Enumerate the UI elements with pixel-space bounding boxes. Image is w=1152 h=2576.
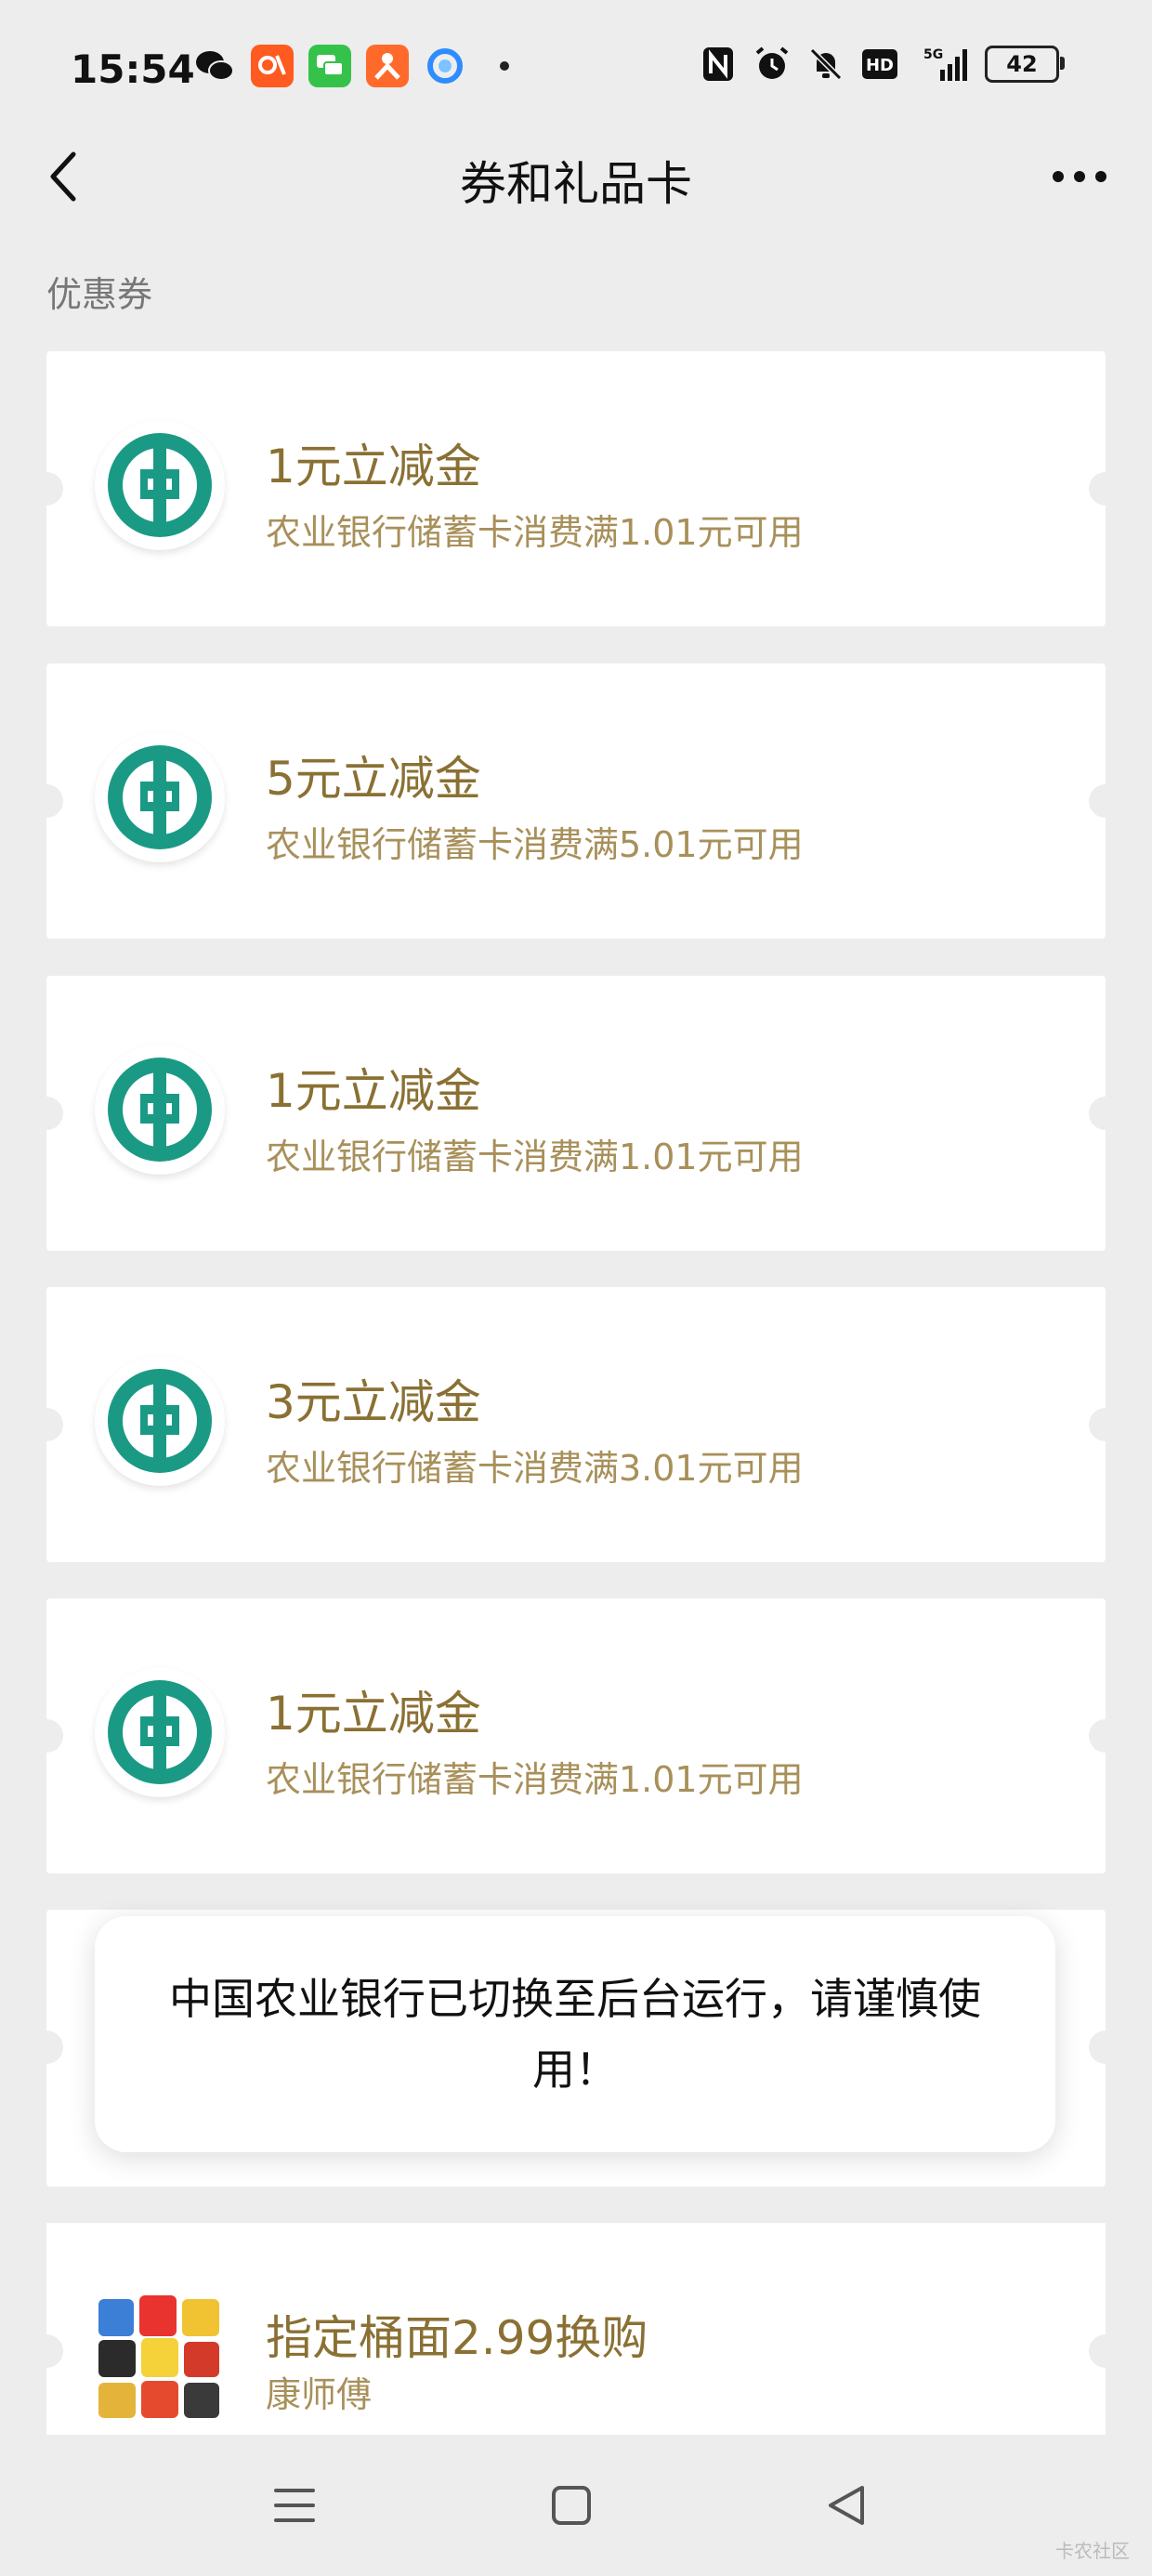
- coupon-card[interactable]: 1元立减金 农业银行储蓄卡消费满1.01元可用: [30, 976, 1122, 1251]
- more-dots-icon: [1053, 171, 1106, 182]
- home-square-icon: [552, 2486, 591, 2525]
- abc-bank-logo-icon: [95, 420, 225, 550]
- hd-icon: HD: [860, 45, 899, 84]
- toast-notification: 中国农业银行已切换至后台运行，请谨慎使用！: [95, 1916, 1055, 2152]
- menu-icon: [274, 2489, 315, 2522]
- coupon-title: 1元立减金: [266, 440, 481, 493]
- browser-icon: [424, 45, 466, 87]
- back-triangle-icon: [829, 2486, 864, 2525]
- abc-bank-logo-icon: [95, 1045, 225, 1175]
- page-title: 券和礼品卡: [460, 157, 692, 211]
- watermark: 卡农社区: [1055, 2540, 1130, 2562]
- coupon-title: 1元立减金: [266, 1687, 481, 1741]
- battery-indicator: 42: [985, 46, 1065, 83]
- mute-icon: [806, 45, 845, 84]
- coupon-subtitle: 农业银行储蓄卡消费满1.01元可用: [266, 1759, 804, 1800]
- coupon-card[interactable]: 3元立减金 农业银行储蓄卡消费满3.01元可用: [30, 1287, 1122, 1562]
- coupon-card[interactable]: 1元立减金 农业银行储蓄卡消费满1.01元可用: [30, 1598, 1122, 1873]
- ant-app-icon: [366, 45, 409, 87]
- svg-text:5G: 5G: [923, 47, 943, 62]
- section-label-coupons: 优惠券: [46, 274, 153, 315]
- svg-text:HD: HD: [866, 56, 894, 75]
- system-navigation-bar: 卡农社区: [0, 2435, 1152, 2576]
- page-header: 券和礼品卡: [0, 130, 1152, 223]
- status-bar: 15:54 HD 5G 42: [0, 0, 1152, 139]
- system-status-icons: HD 5G 42: [699, 45, 1065, 84]
- coupon-title: 1元立减金: [266, 1064, 481, 1118]
- home-nav-button[interactable]: [539, 2477, 604, 2533]
- abc-bank-logo-icon: [95, 1356, 225, 1486]
- signal-5g-icon: 5G: [914, 45, 970, 84]
- back-nav-button[interactable]: [814, 2477, 879, 2533]
- more-notifications-dot: [500, 61, 509, 71]
- coupon-title: 指定桶面2.99换购: [266, 2311, 648, 2365]
- status-time: 15:54: [71, 46, 195, 92]
- coupon-subtitle: 农业银行储蓄卡消费满1.01元可用: [266, 512, 804, 553]
- coupon-card[interactable]: 指定桶面2.99换购 康师傅: [46, 2223, 1106, 2437]
- nfc-icon: [699, 45, 738, 84]
- message-icon: [308, 45, 351, 87]
- coupon-title: 3元立减金: [266, 1375, 481, 1429]
- coupon-subtitle: 农业银行储蓄卡消费满3.01元可用: [266, 1448, 804, 1489]
- notification-app-icons: [193, 45, 509, 87]
- menu-nav-button[interactable]: [262, 2477, 327, 2533]
- coupon-subtitle: 农业银行储蓄卡消费满1.01元可用: [266, 1137, 804, 1177]
- coupon-subtitle: 康师傅: [266, 2374, 373, 2415]
- toast-message: 中国农业银行已切换至后台运行，请谨慎使用！: [169, 1974, 981, 2095]
- taobao-icon: [251, 45, 294, 87]
- wechat-icon: [193, 45, 236, 87]
- instant-noodle-product-image: [95, 2292, 225, 2422]
- coupon-card[interactable]: 1元立减金 农业银行储蓄卡消费满1.01元可用: [30, 351, 1122, 626]
- coupon-card[interactable]: 5元立减金 农业银行储蓄卡消费满5.01元可用: [30, 664, 1122, 939]
- coupon-subtitle: 农业银行储蓄卡消费满5.01元可用: [266, 824, 804, 865]
- more-button[interactable]: [1042, 149, 1117, 204]
- coupon-title: 5元立减金: [266, 752, 481, 806]
- abc-bank-logo-icon: [95, 732, 225, 862]
- alarm-icon: [753, 45, 792, 84]
- abc-bank-logo-icon: [95, 1667, 225, 1797]
